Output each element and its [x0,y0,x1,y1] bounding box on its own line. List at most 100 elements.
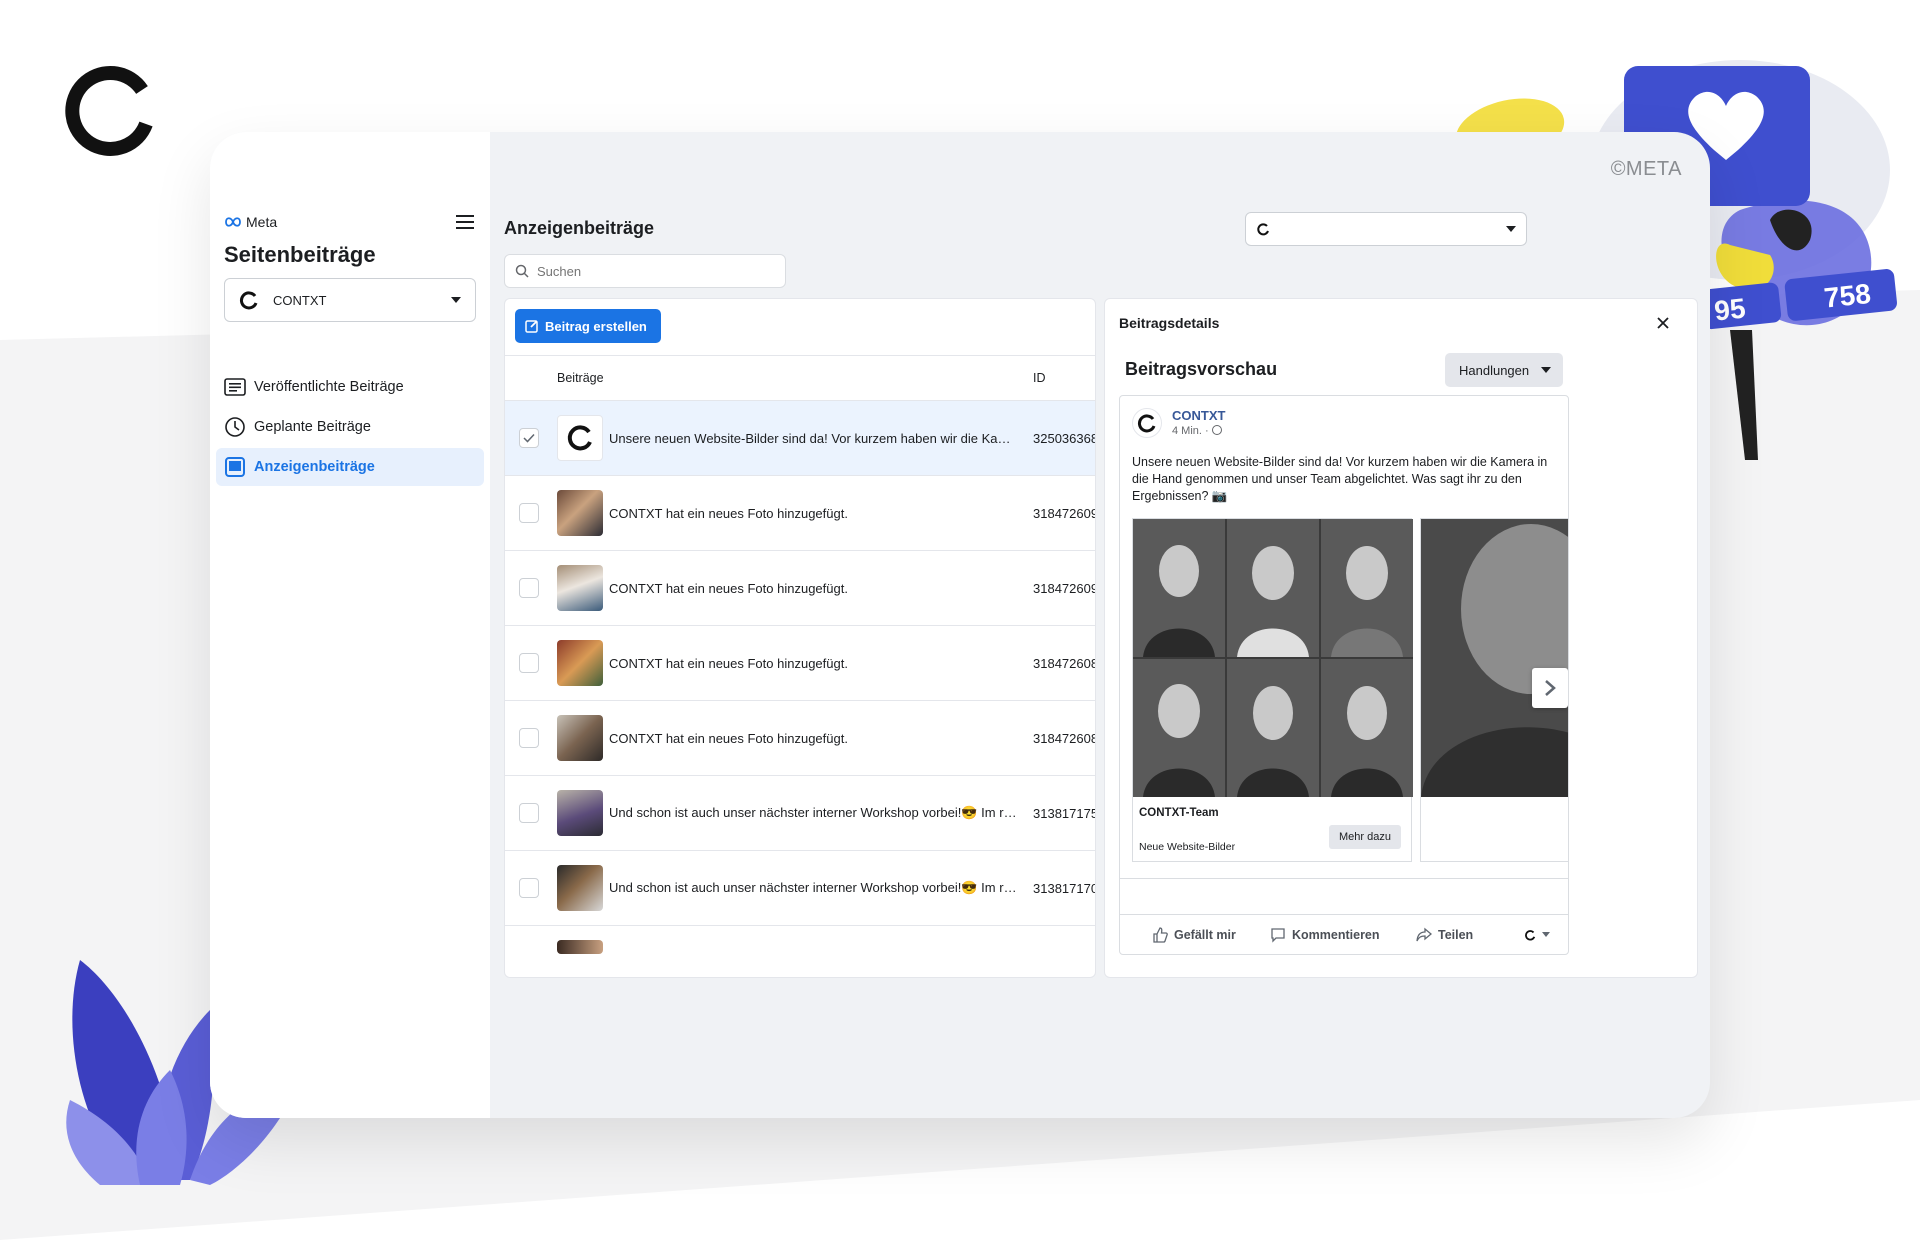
meta-infinity-icon [225,217,241,227]
row-post-id: 318472608 [1033,655,1096,671]
row-checkbox[interactable] [519,503,539,523]
search-input[interactable] [537,263,757,279]
post-header: CONTXT 4 Min. · [1132,408,1225,438]
table-row[interactable]: CONTXT hat ein neues Foto hinzugefügt. 3… [505,626,1095,701]
post-as-selector[interactable] [1524,929,1550,941]
contxt-logo-icon [567,425,592,451]
table-row[interactable]: Unsere neuen Website-Bilder sind da! Vor… [505,401,1095,476]
table-row[interactable]: CONTXT hat ein neues Foto hinzugefügt. 3… [505,476,1095,551]
row-post-id: 313817175 [1033,805,1096,821]
search-icon [515,264,529,278]
comment-icon [1271,927,1285,943]
row-checkbox[interactable] [519,878,539,898]
post-thumbnail [557,490,603,536]
post-preview: CONTXT 4 Min. · Unsere neuen Website-Bil… [1119,395,1569,955]
caret-down-icon [1542,932,1550,937]
sidebar-title: Seitenbeiträge [224,242,376,267]
details-title: Beitragsdetails [1119,315,1220,331]
row-post-text: CONTXT hat ein neues Foto hinzugefügt. [609,505,848,521]
close-icon[interactable] [1655,315,1671,331]
page-selector-label: CONTXT [273,292,327,308]
thumbs-up-icon [1153,926,1168,943]
checkmark-icon [523,433,535,443]
carousel-card[interactable]: CONTXT-Team Neue Website-Bilder Mehr daz… [1132,518,1413,862]
row-post-text: CONTXT hat ein neues Foto hinzugefügt. [609,655,848,671]
preview-title: Beitragsvorschau [1125,359,1278,379]
table-header: Beiträge ID [505,355,1095,401]
contxt-avatar-icon [1525,929,1536,941]
row-checkbox[interactable] [519,803,539,823]
row-post-id: 318472609 [1033,580,1096,596]
account-selector[interactable] [1245,212,1527,246]
team-photo-grid [1133,519,1413,797]
search-field[interactable] [504,254,786,288]
row-checkbox[interactable] [519,653,539,673]
like-button[interactable]: Gefällt mir [1152,926,1236,943]
table-row[interactable]: CONTXT hat ein neues Foto hinzugefügt. 3… [505,551,1095,626]
edit-icon [525,320,538,333]
row-checkbox[interactable] [519,428,539,448]
team-photo-image [1133,519,1413,797]
row-post-id: 313817170 [1033,880,1096,896]
post-thumbnail [557,565,603,611]
post-time: 4 Min. · [1172,425,1225,437]
row-checkbox[interactable] [519,578,539,598]
row-post-text: Und schon ist auch unser nächster intern… [609,805,1017,820]
portrait-photo [1421,519,1568,797]
sidebar-item-scheduled[interactable]: Geplante Beiträge [216,408,484,446]
post-text: Unsere neuen Website-Bilder sind da! Vor… [1132,455,1548,503]
contxt-avatar-icon [1257,223,1269,236]
row-post-id: 318472609 [1033,505,1096,521]
row-post-id: 325036368 [1033,430,1096,446]
row-post-id: 318472608 [1033,730,1096,746]
main-content: ©META Anzeigenbeiträge Beitrag erstellen… [490,132,1710,1118]
learn-more-button[interactable]: Mehr dazu [1329,825,1401,849]
post-thumbnail [557,865,603,911]
table-body: Unsere neuen Website-Bilder sind da! Vor… [505,401,1095,956]
sidebar-item-ad-posts[interactable]: Anzeigenbeiträge [216,448,484,486]
post-thumbnail [557,640,603,686]
carousel-next-button[interactable] [1532,668,1568,708]
post-thumbnail [557,415,603,461]
actions-dropdown[interactable]: Handlungen [1445,353,1563,387]
svg-text:758: 758 [1823,278,1873,314]
post-thumbnail [557,790,603,836]
copyright-label: ©META [1610,158,1682,180]
row-post-text: CONTXT hat ein neues Foto hinzugefügt. [609,730,848,746]
card-subtitle: Neue Website-Bilder [1139,841,1236,853]
sidebar-nav: Veröffentlichte Beiträge Geplante Beiträ… [216,368,484,488]
caret-down-icon [451,297,461,303]
table-row[interactable]: Und schon ist auch unser nächster intern… [505,776,1095,851]
list-icon [224,378,246,396]
column-header-id[interactable]: ID [1033,371,1046,385]
share-button[interactable]: Teilen [1416,927,1473,943]
meta-logo[interactable]: Meta [224,214,277,230]
post-page-name[interactable]: CONTXT [1172,408,1225,423]
create-post-button[interactable]: Beitrag erstellen [515,309,661,343]
sidebar-item-label: Veröffentlichte Beiträge [254,379,404,395]
comment-button[interactable]: Kommentieren [1270,927,1380,943]
table-row[interactable]: CONTXT hat ein neues Foto hinzugefügt. 3… [505,701,1095,776]
sidebar-item-published[interactable]: Veröffentlichte Beiträge [216,368,484,406]
row-checkbox[interactable] [519,728,539,748]
post-actions-bar: Gefällt mir Kommentieren Teilen [1120,914,1568,954]
column-header-posts[interactable]: Beiträge [557,371,604,385]
post-thumbnail [557,715,603,761]
caret-down-icon [1541,367,1552,373]
share-icon [1416,927,1432,941]
table-row[interactable] [505,926,1095,956]
svg-text:95: 95 [1713,293,1747,327]
page-avatar[interactable] [1132,408,1162,438]
image-carousel: CONTXT-Team Neue Website-Bilder Mehr daz… [1132,518,1568,862]
divider [1120,878,1568,879]
caret-down-icon [1506,226,1516,232]
tablet-icon [225,457,245,477]
post-details-panel: Beitragsdetails Beitragsvorschau Handlun… [1104,298,1698,978]
table-row[interactable]: Und schon ist auch unser nächster intern… [505,851,1095,926]
page-selector[interactable]: CONTXT [224,278,476,322]
sidebar: Meta Seitenbeiträge CONTXT Veröffentlich… [210,132,490,1118]
post-thumbnail [557,940,603,954]
hamburger-menu-icon[interactable] [454,212,476,232]
contxt-logo-icon [1138,414,1156,433]
app-window: Meta Seitenbeiträge CONTXT Veröffentlich… [210,132,1710,1118]
